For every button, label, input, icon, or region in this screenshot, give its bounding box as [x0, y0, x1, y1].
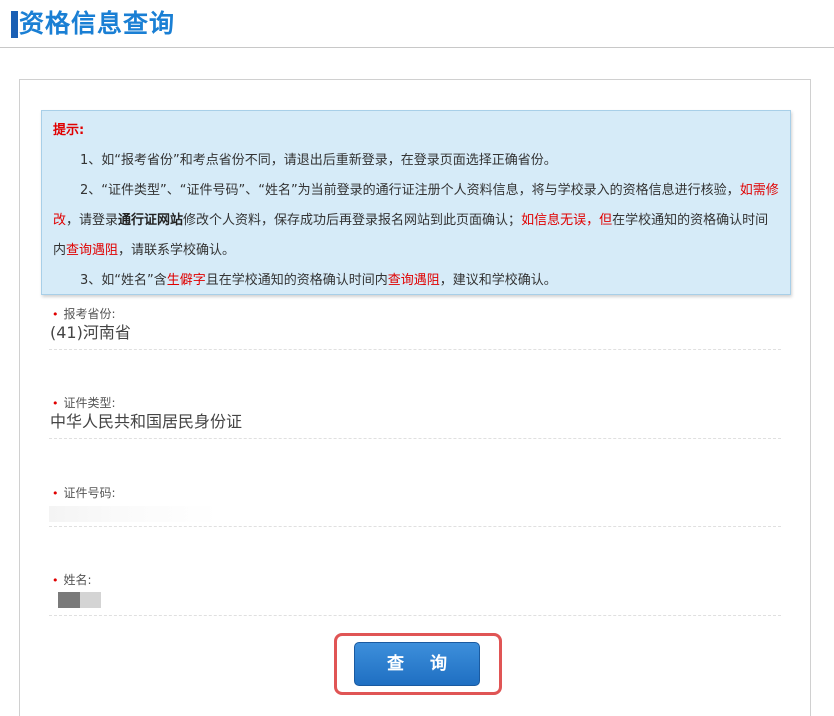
title-accent-bar: [11, 11, 18, 38]
required-mark: •: [52, 308, 59, 321]
id-number-field: • 证件号码:: [49, 485, 781, 527]
notice-item-2-segment: ，请登录: [66, 213, 119, 228]
notice-item-3-segment: ，建议和学校确认。: [439, 273, 557, 288]
notice-item-2-segment: 修改个人资料，保存成功后再登录报名网站到此页面确认；: [183, 213, 522, 228]
name-redacted-value-tail: [80, 592, 101, 608]
page-title: 资格信息查询: [19, 9, 176, 38]
notice-item-3-segment: 生僻字: [166, 273, 206, 288]
province-label: 报考省份:: [63, 307, 116, 321]
id-number-redacted-value: [49, 506, 219, 522]
page-header: 资格信息查询: [0, 0, 834, 48]
province-value: (41)河南省: [50, 323, 131, 342]
notice-item-2: 2、“证件类型”、“证件号码”、“姓名”为当前登录的通行证注册个人资料信息，将与…: [53, 176, 780, 266]
required-mark: •: [52, 487, 59, 500]
id-type-field: • 证件类型: 中华人民共和国居民身份证: [49, 395, 781, 439]
notice-item-3-segment: 查询遇阻: [387, 273, 440, 288]
province-field: • 报考省份: (41)河南省: [49, 306, 781, 350]
required-mark: •: [52, 397, 59, 410]
notice-item-2-segment: 2、“证件类型”、“证件号码”、“姓名”为当前登录的通行证注册个人资料信息，将与…: [80, 183, 740, 198]
id-type-label: 证件类型:: [63, 396, 116, 410]
id-type-value: 中华人民共和国居民身份证: [50, 412, 243, 431]
name-label: 姓名:: [63, 573, 92, 587]
name-field: • 姓名:: [49, 572, 781, 616]
required-mark: •: [52, 574, 59, 587]
notice-item-1-segment: 1、如“报考省份”和考点省份不同，请退出后重新登录，在登录页面选择正确省份。: [80, 153, 557, 168]
notice-item-2-segment: 通行证网站: [118, 213, 184, 228]
content-panel: 提示: 1、如“报考省份”和考点省份不同，请退出后重新登录，在登录页面选择正确省…: [19, 79, 811, 716]
notice-title: 提示:: [53, 123, 85, 138]
notice-item-3-segment: 且在学校通知的资格确认时间内: [205, 273, 388, 288]
name-redacted-value: [58, 592, 80, 608]
notice-item-1: 1、如“报考省份”和考点省份不同，请退出后重新登录，在登录页面选择正确省份。: [53, 146, 780, 176]
notice-item-2-segment: 查询遇阻: [66, 243, 119, 258]
notice-box: 提示: 1、如“报考省份”和考点省份不同，请退出后重新登录，在登录页面选择正确省…: [41, 110, 791, 295]
notice-item-3: 3、如“姓名”含生僻字且在学校通知的资格确认时间内查询遇阻，建议和学校确认。: [53, 266, 780, 296]
id-number-label: 证件号码:: [63, 486, 116, 500]
notice-item-2-segment: ，请联系学校确认。: [118, 243, 236, 258]
notice-item-2-segment: 如信息无误，但: [521, 213, 613, 228]
notice-item-3-segment: 3、如“姓名”含: [80, 273, 167, 288]
query-button[interactable]: 查询: [354, 642, 480, 686]
